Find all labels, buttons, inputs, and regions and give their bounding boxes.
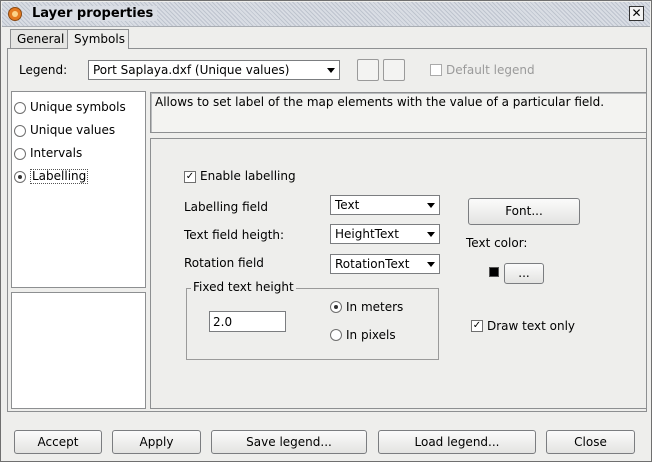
save-legend-button[interactable]: Save legend... [211,430,367,454]
load-legend-button[interactable]: Load legend... [378,430,536,454]
radio-unique-values[interactable] [14,125,26,137]
tab-symbols[interactable]: Symbols [67,29,129,49]
enable-labelling-checkbox[interactable]: ✓ [184,171,196,183]
description-text: Allows to set label of the map elements … [155,95,605,109]
tab-symbols-label: Symbols [74,32,125,46]
legend-select[interactable]: Port Saplaya.dxf (Unique values) [88,60,340,80]
chevron-down-icon [327,68,335,73]
enable-labelling-label: Enable labelling [200,169,296,183]
fixed-text-height-title: Fixed text height [191,280,296,294]
legend-select-value: Port Saplaya.dxf (Unique values) [93,63,290,77]
chevron-down-icon [427,203,435,208]
radio-in-pixels[interactable] [330,329,342,341]
chevron-down-icon [427,232,435,237]
legend-type-labelling[interactable]: Labelling [30,169,89,184]
app-icon [8,7,22,21]
draw-text-only-label: Draw text only [487,319,576,333]
text-color-button[interactable]: ... [504,263,544,284]
tab-general-label: General [17,32,65,46]
radio-labelling[interactable] [14,171,26,183]
labelling-field-select[interactable]: Text [330,195,440,215]
window-title: Layer properties [30,6,158,21]
rotation-field-select[interactable]: RotationText [330,254,440,274]
apply-button[interactable]: Apply [112,430,201,454]
in-pixels-label: In pixels [346,328,396,342]
rotation-field-label: Rotation field [184,256,264,270]
height-field-select[interactable]: HeightText [330,224,440,244]
legend-label: Legend: [19,63,68,77]
default-legend-checkbox[interactable] [430,64,442,76]
text-color-swatch [489,267,499,277]
rotation-field-value: RotationText [335,257,410,271]
labelling-field-value: Text [335,198,360,212]
description-area: Allows to set label of the map elements … [150,92,647,133]
radio-unique-symbols[interactable] [14,102,26,114]
legend-type-unique-symbols[interactable]: Unique symbols [30,100,126,114]
text-color-label: Text color: [466,236,528,250]
default-legend-label: Default legend [446,63,535,77]
fixed-height-input[interactable]: 2.0 [209,311,286,332]
title-bar[interactable]: Layer properties ✕ [2,2,650,27]
labelling-field-label: Labelling field [184,200,268,214]
legend-preview-box [11,292,146,409]
legend-type-list [11,91,146,288]
in-meters-label: In meters [346,300,404,314]
legend-action-button-2[interactable] [383,59,405,81]
radio-in-meters[interactable] [330,301,342,313]
legend-type-intervals[interactable]: Intervals [30,146,82,160]
window-close-button[interactable]: ✕ [629,6,644,21]
close-button[interactable]: Close [546,430,635,454]
layer-properties-window: Layer properties ✕ General Symbols Legen… [0,0,652,462]
radio-intervals[interactable] [14,148,26,160]
tab-general[interactable]: General [10,29,68,48]
legend-type-unique-values[interactable]: Unique values [30,123,115,137]
legend-action-button-1[interactable] [357,59,379,81]
draw-text-only-checkbox[interactable]: ✓ [471,320,483,332]
height-field-value: HeightText [335,227,399,241]
accept-button[interactable]: Accept [14,430,102,454]
close-icon: ✕ [631,6,642,20]
height-field-label: Text field heigth: [184,228,285,242]
font-button[interactable]: Font... [468,198,580,225]
chevron-down-icon [427,262,435,267]
